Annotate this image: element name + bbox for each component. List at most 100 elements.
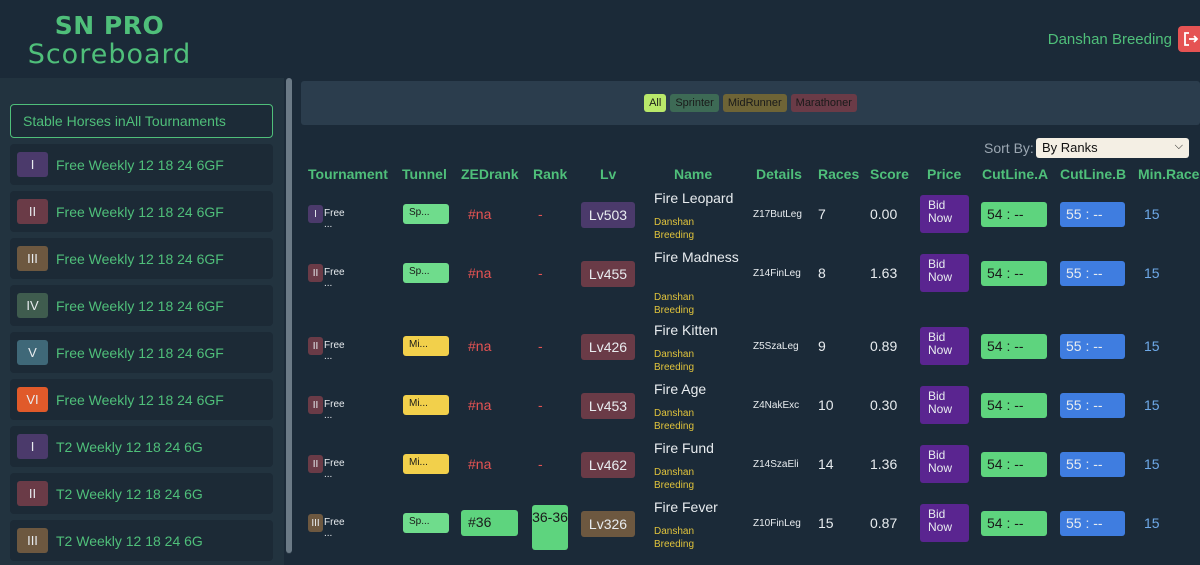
horse-name[interactable]: Fire Leopard — [654, 189, 744, 208]
races-count: 15 — [818, 515, 834, 531]
app-logo: SN PRO Scoreboard — [22, 12, 197, 70]
bid-now-button[interactable]: Bid Now — [920, 254, 969, 292]
tunnel-badge: Sp... — [403, 263, 449, 283]
tunnel-filter-bar: All Sprinter MidRunner Marathoner — [301, 81, 1200, 125]
horse-name[interactable]: Fire Age — [654, 380, 744, 399]
tournament-name[interactable]: Free ... — [324, 340, 345, 362]
tier-badge: I — [17, 434, 48, 459]
tier-badge: IV — [17, 293, 48, 318]
sidebar-item[interactable]: III Free Weekly 12 18 24 6GF — [10, 238, 273, 279]
cutline-a: 54 : -- — [981, 393, 1047, 418]
min-races: 15 — [1144, 206, 1160, 222]
sidebar-item-label: Free Weekly 12 18 24 6GF — [56, 344, 224, 361]
horse-details: Z14FinLeg — [753, 268, 801, 279]
sidebar-item[interactable]: II Free Weekly 12 18 24 6GF — [10, 191, 273, 232]
filter-chip[interactable]: Sprinter — [670, 94, 719, 112]
tier-badge: II — [308, 337, 323, 355]
sidebar: Stable Horses inAll Tournaments I Free We… — [0, 78, 284, 565]
sort-label: Sort By: — [984, 140, 1034, 156]
tournament-name[interactable]: Free ... — [324, 458, 345, 480]
horse-name[interactable]: Fire Madness — [654, 248, 744, 267]
tier-badge: III — [308, 514, 323, 532]
col-zedrank: ZEDrank — [461, 166, 519, 182]
tunnel-badge: Mi... — [403, 454, 449, 474]
tier-badge: II — [308, 455, 323, 473]
rank-value: - — [538, 206, 543, 222]
races-count: 8 — [818, 265, 826, 281]
tier-badge: I — [17, 152, 48, 177]
level-badge: Lv326 — [581, 511, 635, 537]
zed-rank: #na — [468, 397, 492, 413]
col-price: Price — [927, 166, 962, 182]
tunnel-badge: Sp... — [403, 513, 449, 533]
level-badge: Lv453 — [581, 393, 635, 419]
tier-badge: VI — [17, 387, 48, 412]
level-badge: Lv462 — [581, 452, 635, 478]
col-details: Details — [756, 166, 802, 182]
col-cutline-a: CutLine.A — [982, 166, 1049, 182]
zed-rank: #36 — [461, 510, 518, 536]
sidebar-item[interactable]: I T2 Weekly 12 18 24 6G — [10, 426, 273, 467]
filter-chip[interactable]: All — [644, 94, 667, 112]
sort-select[interactable]: By Ranks ⌵ — [1036, 138, 1189, 158]
zed-rank: #na — [468, 265, 492, 281]
races-count: 10 — [818, 397, 834, 413]
bid-now-button[interactable]: Bid Now — [920, 386, 969, 424]
bid-now-button[interactable]: Bid Now — [920, 445, 969, 483]
rank-value: 36-36 — [532, 505, 568, 550]
cutline-b: 55 : -- — [1060, 334, 1125, 359]
bid-now-button[interactable]: Bid Now — [920, 504, 969, 542]
rank-value: - — [538, 397, 543, 413]
sidebar-item-label: Free Weekly 12 18 24 6GF — [56, 250, 224, 267]
races-count: 7 — [818, 206, 826, 222]
tunnel-badge: Sp... — [403, 204, 449, 224]
filter-chip[interactable]: MidRunner — [722, 94, 787, 112]
tournament-name[interactable]: Free ... — [324, 399, 345, 421]
horse-name[interactable]: Fire Fund — [654, 439, 744, 458]
tier-badge: III — [17, 246, 48, 271]
cutline-b: 55 : -- — [1060, 393, 1125, 418]
rank-value: - — [538, 456, 543, 472]
horse-name[interactable]: Fire Kitten — [654, 321, 744, 340]
col-min-races: Min.Races — [1138, 166, 1200, 182]
cutline-a: 54 : -- — [981, 452, 1047, 477]
sidebar-item[interactable]: VI Free Weekly 12 18 24 6GF — [10, 379, 273, 420]
owner-name: Danshan Breeding — [654, 408, 695, 432]
logout-icon — [1184, 32, 1199, 46]
zed-rank: #na — [468, 456, 492, 472]
rank-value: - — [538, 265, 543, 281]
bid-now-button[interactable]: Bid Now — [920, 327, 969, 365]
races-count: 14 — [818, 456, 834, 472]
min-races: 15 — [1144, 456, 1160, 472]
sidebar-item-label: T2 Weekly 12 18 24 6G — [56, 438, 203, 455]
level-badge: Lv426 — [581, 334, 635, 360]
filter-chip[interactable]: Marathoner — [790, 94, 857, 112]
horse-details: Z10FinLeg — [753, 518, 801, 529]
logout-button[interactable] — [1178, 26, 1200, 52]
horse-name[interactable]: Fire Fever — [654, 498, 744, 517]
col-rank: Rank — [533, 166, 568, 182]
sidebar-item[interactable]: V Free Weekly 12 18 24 6GF — [10, 332, 273, 373]
sidebar-item[interactable]: IV Free Weekly 12 18 24 6GF — [10, 285, 273, 326]
score-value: 0.00 — [870, 206, 898, 222]
cutline-b: 55 : -- — [1060, 202, 1125, 227]
tournament-name[interactable]: Free ... — [324, 208, 345, 230]
sidebar-item[interactable]: I Free Weekly 12 18 24 6GF — [10, 144, 273, 185]
col-races: Races — [818, 166, 860, 182]
cutline-b: 55 : -- — [1060, 511, 1125, 536]
cutline-b: 55 : -- — [1060, 452, 1125, 477]
bid-now-button[interactable]: Bid Now — [920, 195, 969, 233]
sidebar-header[interactable]: Stable Horses inAll Tournaments — [10, 104, 273, 138]
tournament-name[interactable]: Free ... — [324, 517, 345, 539]
col-lv: Lv — [600, 166, 617, 182]
min-races: 15 — [1144, 515, 1160, 531]
sort-selected-value: By Ranks — [1042, 140, 1098, 155]
sidebar-item[interactable]: III T2 Weekly 12 18 24 6G — [10, 520, 273, 561]
user-name[interactable]: Danshan Breeding — [1048, 31, 1172, 48]
cutline-a: 54 : -- — [981, 202, 1047, 227]
min-races: 15 — [1144, 338, 1160, 354]
cutline-a: 54 : -- — [981, 261, 1047, 286]
tournament-name[interactable]: Free ... — [324, 267, 345, 289]
sidebar-item[interactable]: II T2 Weekly 12 18 24 6G — [10, 473, 273, 514]
sidebar-scrollbar-thumb[interactable] — [286, 78, 292, 553]
